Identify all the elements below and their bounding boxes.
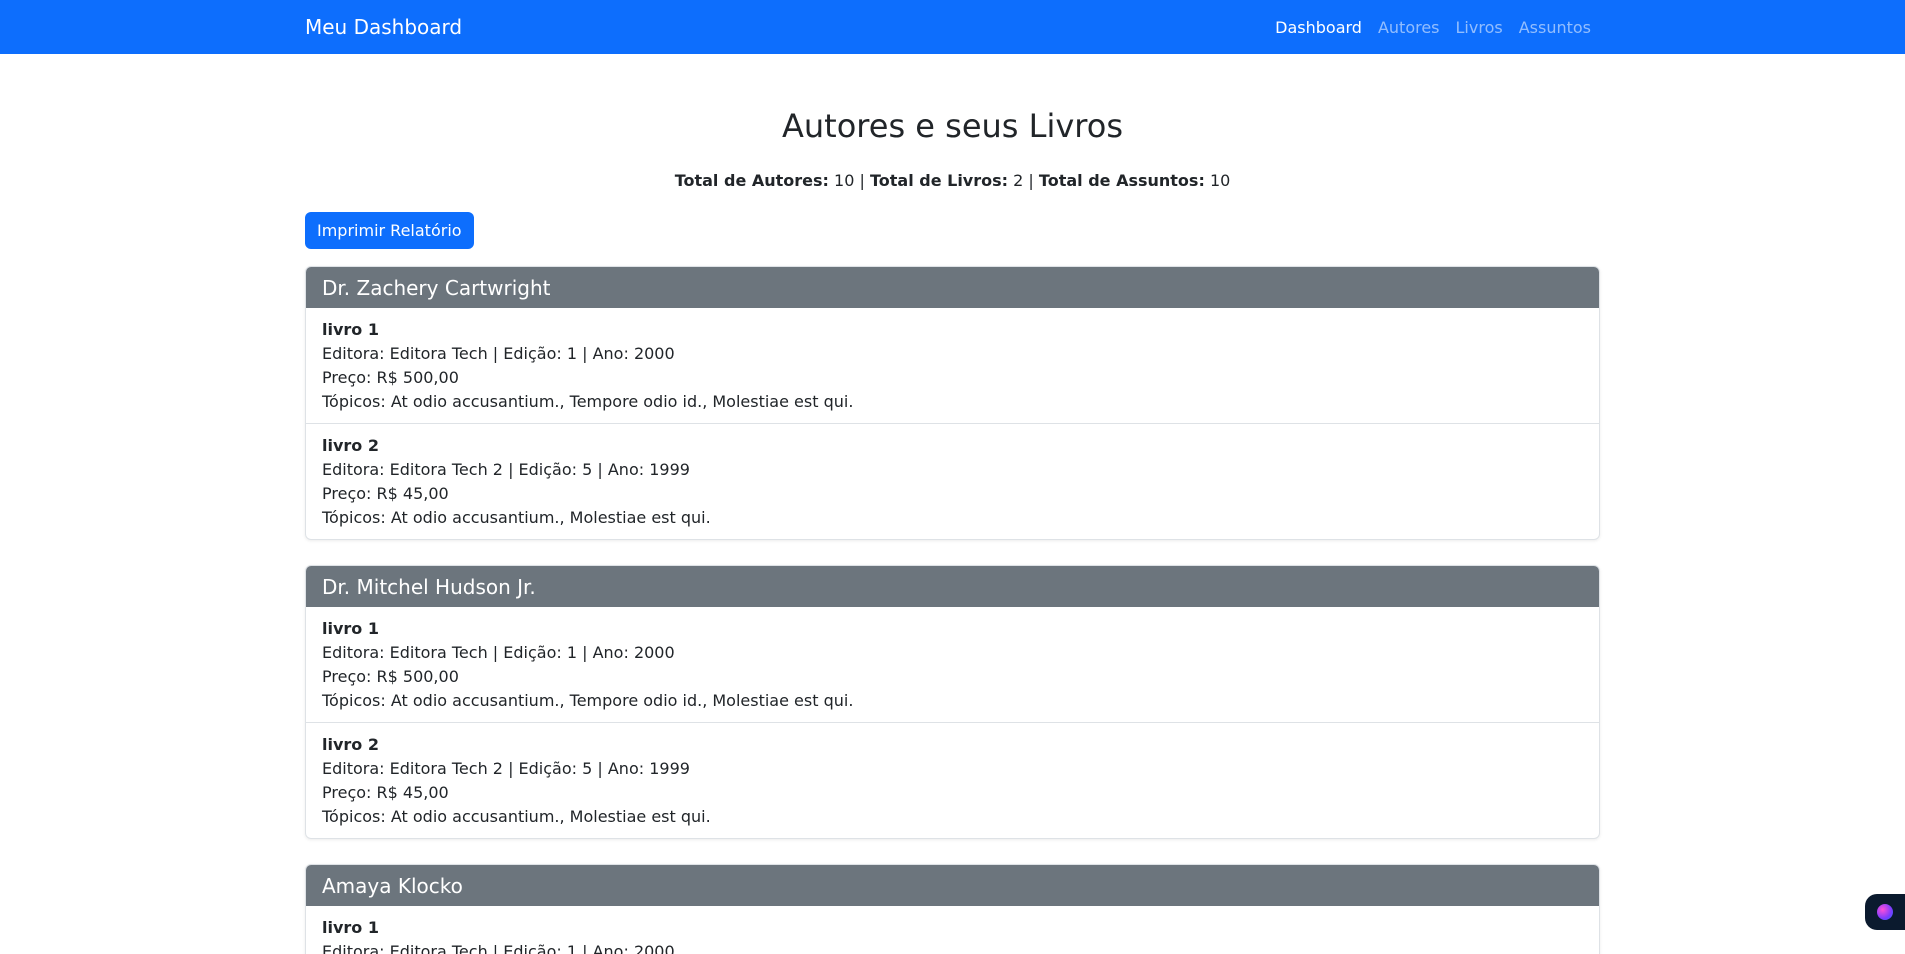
author-name: Amaya Klocko: [306, 865, 1599, 906]
book-item: livro 1 Editora: Editora Tech | Edição: …: [306, 906, 1599, 954]
navbar-inner: Meu Dashboard Dashboard Autores Livros A…: [305, 15, 1600, 39]
book-item: livro 1 Editora: Editora Tech | Edição: …: [306, 607, 1599, 722]
page-title: Autores e seus Livros: [782, 107, 1123, 145]
total-books-value: 2: [1013, 171, 1024, 190]
navbar-brand[interactable]: Meu Dashboard: [305, 15, 462, 39]
total-authors-label: Total de Autores:: [674, 171, 829, 190]
book-item: livro 2 Editora: Editora Tech 2 | Edição…: [306, 722, 1599, 838]
book-publisher-line: Editora: Editora Tech 2 | Edição: 5 | An…: [322, 460, 690, 479]
book-price-line: Preço: R$ 500,00: [322, 667, 459, 686]
book-publisher-line: Editora: Editora Tech | Edição: 1 | Ano:…: [322, 344, 675, 363]
book-title: livro 1: [322, 320, 379, 339]
extension-brain-icon: [1877, 904, 1893, 920]
totals-separator: |: [859, 171, 865, 190]
total-authors-value: 10: [834, 171, 855, 190]
total-books-label: Total de Livros:: [869, 171, 1009, 190]
book-publisher-line: Editora: Editora Tech | Edição: 1 | Ano:…: [322, 643, 675, 662]
book-publisher-line: Editora: Editora Tech 2 | Edição: 5 | An…: [322, 759, 690, 778]
print-report-button[interactable]: Imprimir Relatório: [305, 212, 474, 249]
totals-summary: Total de Autores: 10 | Total de Livros: …: [305, 169, 1600, 193]
book-price-line: Preço: R$ 45,00: [322, 484, 449, 503]
total-subjects-label: Total de Assuntos:: [1038, 171, 1205, 190]
author-name: Dr. Zachery Cartwright: [306, 267, 1599, 308]
book-title: livro 1: [322, 918, 379, 937]
total-subjects-value: 10: [1209, 171, 1231, 190]
author-card: Dr. Zachery Cartwright livro 1 Editora: …: [305, 266, 1600, 540]
totals-separator: |: [1028, 171, 1034, 190]
book-publisher-line: Editora: Editora Tech | Edição: 1 | Ano:…: [322, 942, 675, 954]
book-topics-line: Tópicos: At odio accusantium., Tempore o…: [322, 691, 854, 710]
extension-widget-button[interactable]: [1865, 894, 1905, 930]
book-topics-line: Tópicos: At odio accusantium., Molestiae…: [322, 807, 711, 826]
nav-link-autores[interactable]: Autores: [1378, 18, 1440, 37]
author-card: Amaya Klocko livro 1 Editora: Editora Te…: [305, 864, 1600, 954]
nav-link-livros[interactable]: Livros: [1456, 18, 1503, 37]
book-price-line: Preço: R$ 45,00: [322, 783, 449, 802]
book-item: livro 1 Editora: Editora Tech | Edição: …: [306, 308, 1599, 423]
book-topics-line: Tópicos: At odio accusantium., Tempore o…: [322, 392, 854, 411]
book-price-line: Preço: R$ 500,00: [322, 368, 459, 387]
author-name: Dr. Mitchel Hudson Jr.: [306, 566, 1599, 607]
book-topics-line: Tópicos: At odio accusantium., Molestiae…: [322, 508, 711, 527]
nav-link-dashboard[interactable]: Dashboard: [1275, 18, 1362, 37]
nav-link-assuntos[interactable]: Assuntos: [1519, 18, 1591, 37]
author-card: Dr. Mitchel Hudson Jr. livro 1 Editora: …: [305, 565, 1600, 839]
navbar-links: Dashboard Autores Livros Assuntos: [1275, 18, 1591, 37]
book-item: livro 2 Editora: Editora Tech 2 | Edição…: [306, 423, 1599, 539]
book-title: livro 2: [322, 735, 379, 754]
main-container: Autores e seus Livros Total de Autores: …: [305, 106, 1600, 954]
book-title: livro 1: [322, 619, 379, 638]
top-navbar: Meu Dashboard Dashboard Autores Livros A…: [0, 0, 1905, 54]
book-title: livro 2: [322, 436, 379, 455]
